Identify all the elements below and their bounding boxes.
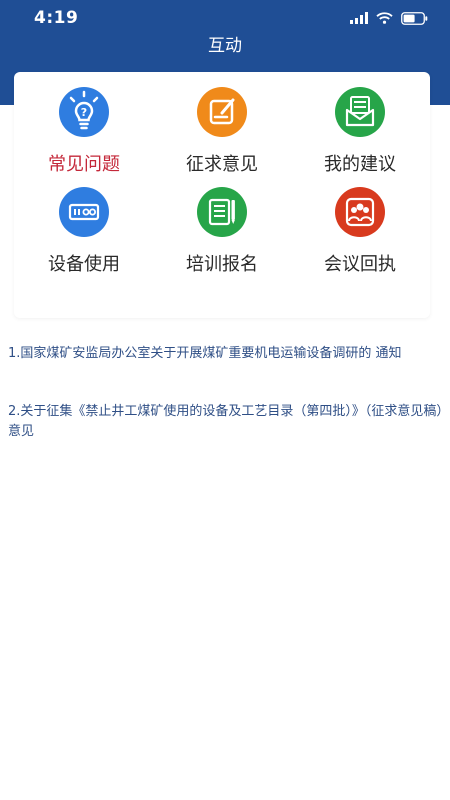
- article-link[interactable]: 1.国家煤矿安监局办公室关于开展煤矿重要机电运输设备调研的 通知: [8, 344, 448, 364]
- grid-item-label: 常见问题: [48, 154, 120, 175]
- form-pen-icon: [197, 187, 247, 237]
- meeting-people-icon: [335, 187, 385, 237]
- grid-item-my-suggestions[interactable]: 我的建议: [290, 86, 430, 175]
- grid-item-faq[interactable]: ? 常见问题: [14, 86, 154, 175]
- edit-document-icon: [197, 87, 247, 137]
- grid-item-label: 会议回执: [324, 254, 396, 275]
- grid-item-meeting-receipt[interactable]: 会议回执: [290, 186, 430, 275]
- status-icons: [350, 10, 428, 26]
- page-title: 互动: [208, 36, 242, 56]
- grid-item-equipment-usage[interactable]: 设备使用: [14, 186, 154, 275]
- grid-item-solicit-opinions[interactable]: 征求意见: [152, 86, 292, 175]
- grid-item-label: 征求意见: [186, 154, 258, 175]
- cellular-signal-icon: [350, 12, 368, 24]
- article-link[interactable]: 2.关于征集《禁止井工煤矿使用的设备及工艺目录（第四批）》（征求意见稿）意见: [8, 402, 448, 442]
- lightbulb-question-icon: ?: [59, 87, 109, 137]
- status-time: 4:19: [34, 8, 79, 28]
- grid-item-label: 培训报名: [186, 254, 258, 275]
- svg-text:?: ?: [81, 106, 87, 119]
- battery-icon: [401, 11, 428, 25]
- grid-item-training-signup[interactable]: 培训报名: [152, 186, 292, 275]
- device-panel-icon: [59, 187, 109, 237]
- feature-grid: ? 常见问题 征求意见 我的建议 设备使用 培训报名 会议回执: [14, 72, 430, 318]
- wifi-icon: [376, 12, 393, 24]
- grid-item-label: 设备使用: [48, 254, 120, 275]
- grid-item-label: 我的建议: [324, 154, 396, 175]
- status-bar: 4:19: [0, 0, 450, 34]
- envelope-icon: [335, 87, 385, 137]
